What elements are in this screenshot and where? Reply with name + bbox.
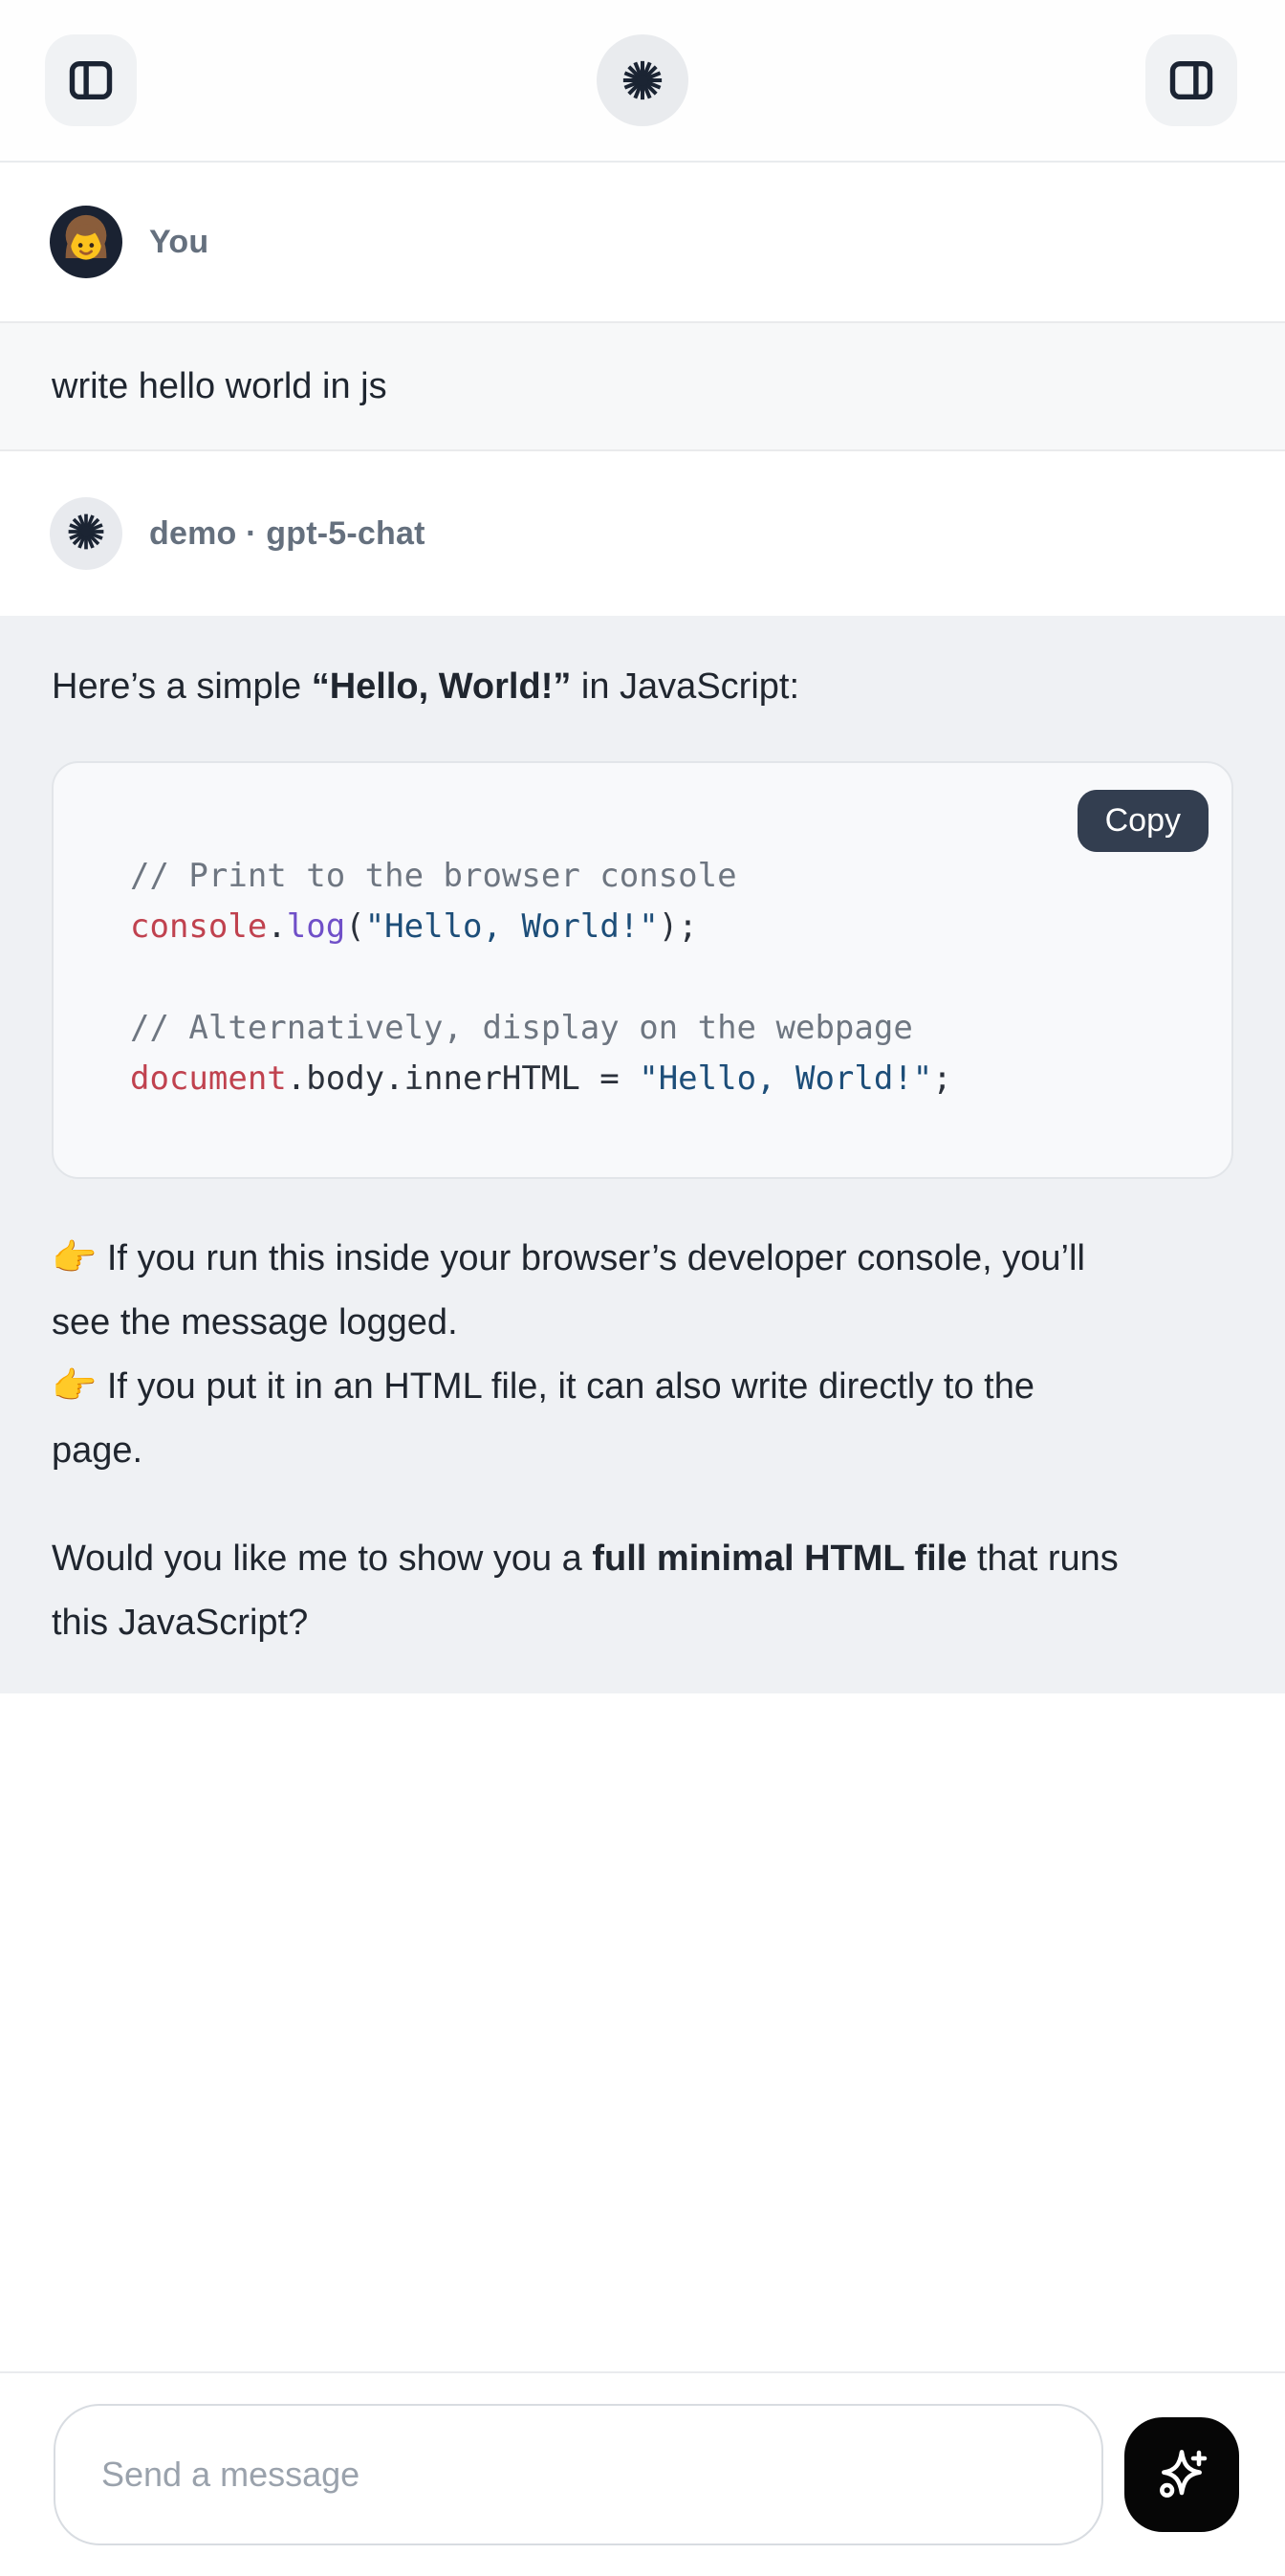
top-bar bbox=[0, 0, 1285, 163]
code-line bbox=[130, 952, 1193, 1003]
code-line: // Print to the browser console bbox=[130, 851, 1193, 902]
model-home-button[interactable] bbox=[597, 34, 688, 126]
assistant-author-label: demo · gpt-5-chat bbox=[149, 515, 425, 553]
assistant-intro-text: Here’s a simple “Hello, World!” in JavaS… bbox=[52, 656, 1233, 717]
user-message-text: write hello world in js bbox=[52, 366, 387, 406]
panel-right-icon bbox=[1166, 55, 1216, 105]
assistant-message: Here’s a simple “Hello, World!” in JavaS… bbox=[0, 616, 1285, 1693]
assistant-avatar bbox=[50, 497, 122, 570]
panel-left-icon bbox=[66, 55, 116, 105]
composer-bar bbox=[0, 2371, 1285, 2576]
chat-screen: You write hello world in js demo · gpt-5… bbox=[0, 0, 1285, 2576]
starburst-icon bbox=[66, 512, 106, 557]
send-button[interactable] bbox=[1124, 2417, 1239, 2532]
code-line: console.log("Hello, World!"); bbox=[130, 902, 1193, 952]
assistant-paragraph-2: Would you like me to show you a full min… bbox=[52, 1527, 1233, 1655]
assistant-author-row: demo · gpt-5-chat bbox=[0, 451, 1285, 616]
details-panel-toggle-button[interactable] bbox=[1145, 34, 1237, 126]
sparkle-icon bbox=[1151, 2443, 1212, 2507]
user-message: write hello world in js bbox=[0, 321, 1285, 451]
user-avatar bbox=[50, 206, 122, 278]
code-line: document.body.innerHTML = "Hello, World!… bbox=[130, 1054, 1193, 1104]
message-input[interactable] bbox=[54, 2404, 1103, 2545]
code-line: // Alternatively, display on the webpage bbox=[130, 1003, 1193, 1054]
starburst-icon bbox=[621, 58, 664, 102]
user-author-label: You bbox=[149, 224, 208, 261]
user-author-row: You bbox=[0, 163, 1285, 321]
code-block: Copy // Print to the browser consolecons… bbox=[52, 761, 1233, 1179]
code-content: // Print to the browser consoleconsole.l… bbox=[130, 851, 1193, 1104]
person-emoji-avatar-icon bbox=[50, 206, 122, 278]
sidebar-toggle-button[interactable] bbox=[45, 34, 137, 126]
assistant-paragraph-1: 👉 If you run this inside your browser’s … bbox=[52, 1227, 1233, 1483]
copy-button[interactable]: Copy bbox=[1078, 790, 1209, 852]
